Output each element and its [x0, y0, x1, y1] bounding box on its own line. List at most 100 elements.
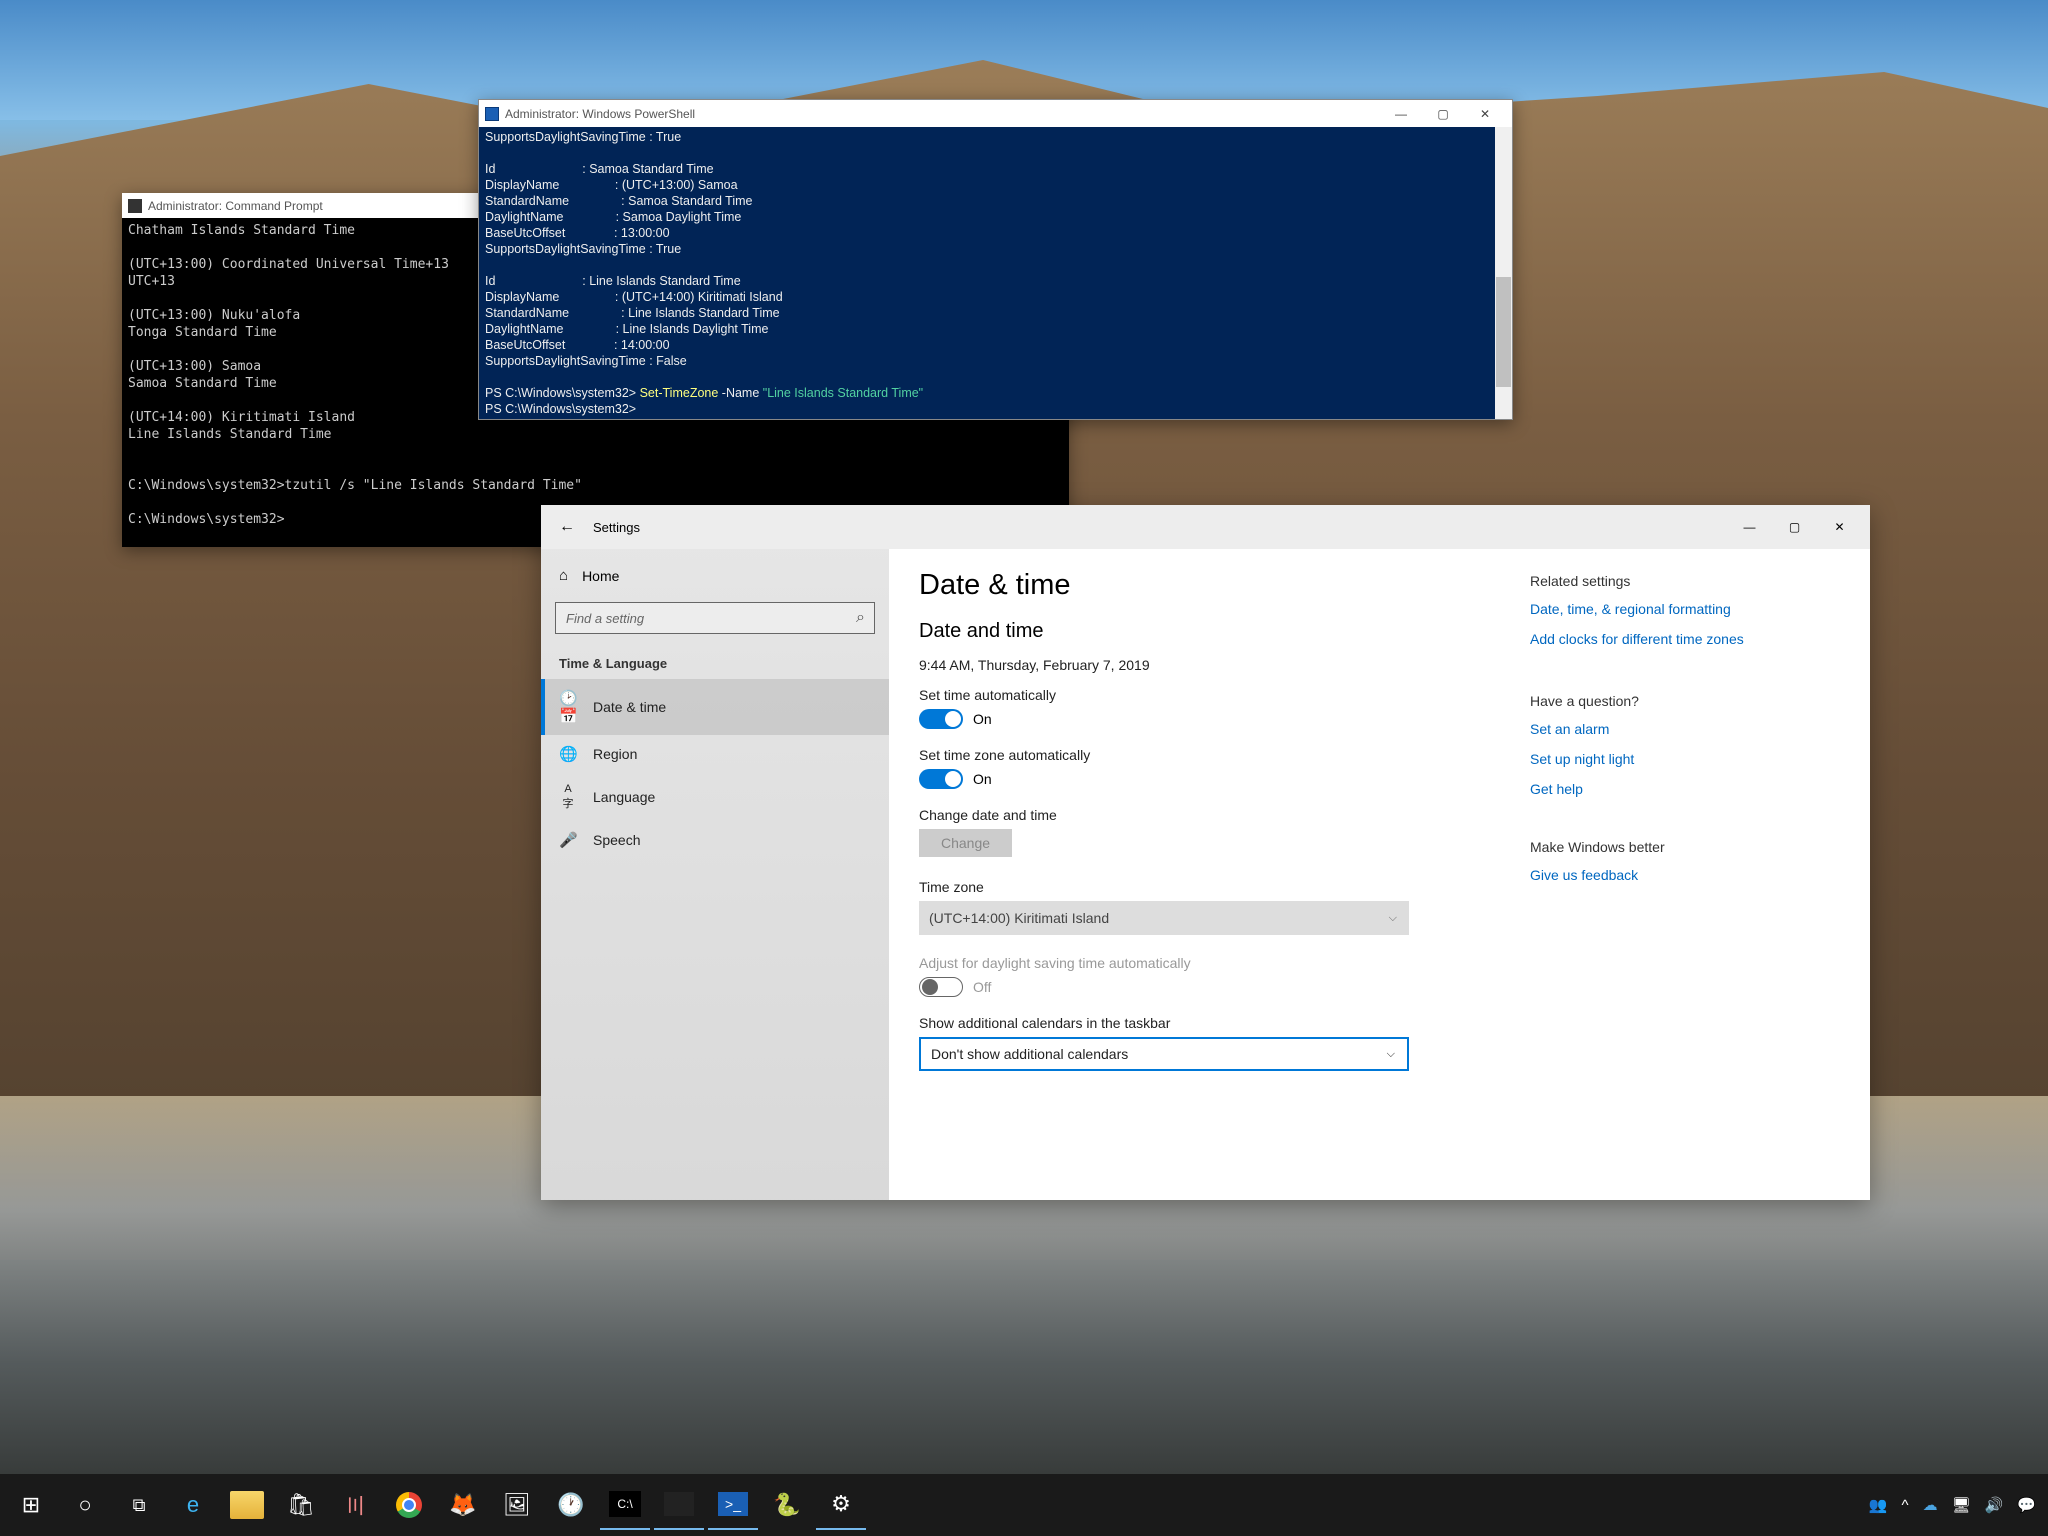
- back-button[interactable]: ←: [549, 512, 585, 542]
- cmd-title-text: Administrator: Command Prompt: [148, 199, 323, 213]
- page-title: Date & time: [919, 569, 1419, 602]
- dst-toggle: [919, 977, 963, 997]
- start-button[interactable]: ⊞: [6, 1480, 56, 1530]
- link-add-clocks[interactable]: Add clocks for different time zones: [1530, 631, 1840, 647]
- auto-tz-toggle[interactable]: [919, 769, 963, 789]
- nav-item-label: Date & time: [593, 699, 666, 715]
- taskbar-chrome-icon[interactable]: [384, 1480, 434, 1530]
- microphone-icon: 🎤: [559, 831, 577, 849]
- scrollbar-thumb[interactable]: [1496, 277, 1511, 387]
- ps-titlebar[interactable]: Administrator: Windows PowerShell — ▢ ✕: [479, 100, 1512, 127]
- language-icon: A字: [559, 783, 577, 811]
- addcal-label: Show additional calendars in the taskbar: [919, 1015, 1419, 1031]
- auto-time-toggle[interactable]: [919, 709, 963, 729]
- cortana-button[interactable]: ○: [60, 1480, 110, 1530]
- nav-item-date-time[interactable]: 🕑📅 Date & time: [541, 679, 889, 735]
- powershell-window[interactable]: Administrator: Windows PowerShell — ▢ ✕ …: [478, 99, 1513, 420]
- cmd-icon: [128, 199, 142, 213]
- desktop: Administrator: Command Prompt Chatham Is…: [0, 0, 2048, 1536]
- close-button[interactable]: ✕: [1464, 107, 1506, 121]
- ps-pre: SupportsDaylightSavingTime : True Id : S…: [485, 130, 783, 368]
- taskbar-cmd-icon[interactable]: C:\: [600, 1480, 650, 1530]
- scrollbar[interactable]: [1495, 127, 1512, 419]
- taskbar-python-icon[interactable]: 🐍: [762, 1480, 812, 1530]
- taskbar-powershell-icon[interactable]: >_: [708, 1480, 758, 1530]
- taskbar-explorer-icon[interactable]: [230, 1491, 264, 1519]
- nav-home-label: Home: [582, 568, 619, 584]
- taskbar-edge-icon[interactable]: e: [168, 1480, 218, 1530]
- ps-prompt: PS C:\Windows\system32>: [485, 386, 640, 400]
- toggle-state: Off: [973, 979, 991, 995]
- maximize-button[interactable]: ▢: [1422, 107, 1464, 121]
- nav-item-label: Language: [593, 789, 655, 805]
- settings-side-col: Related settings Date, time, & regional …: [1530, 569, 1840, 1180]
- dst-label: Adjust for daylight saving time automati…: [919, 955, 1419, 971]
- taskbar-firefox-icon[interactable]: 🦊: [438, 1480, 488, 1530]
- home-icon: ⌂: [559, 567, 568, 584]
- network-icon[interactable]: 🖥: [1952, 1496, 1971, 1514]
- people-icon[interactable]: 👥: [1869, 1496, 1888, 1514]
- settings-title-text: Settings: [593, 520, 640, 535]
- link-get-help[interactable]: Get help: [1530, 781, 1840, 797]
- minimize-button[interactable]: —: [1380, 107, 1422, 121]
- link-feedback[interactable]: Give us feedback: [1530, 867, 1840, 883]
- related-settings-header: Related settings: [1530, 573, 1840, 589]
- taskbar-store-icon[interactable]: 🛍: [276, 1480, 326, 1530]
- action-center-icon[interactable]: 💬: [2017, 1496, 2036, 1514]
- change-button[interactable]: Change: [919, 829, 1012, 857]
- nav-search: ⌕: [555, 602, 875, 634]
- taskbar-app-icon[interactable]: 〣: [330, 1480, 380, 1530]
- tz-label: Time zone: [919, 879, 1419, 895]
- volume-icon[interactable]: 🔊: [1985, 1496, 2004, 1514]
- taskbar-terminal-icon[interactable]: [654, 1480, 704, 1530]
- nav-item-label: Region: [593, 746, 637, 762]
- addcal-value: Don't show additional calendars: [931, 1046, 1128, 1062]
- make-better-header: Make Windows better: [1530, 839, 1840, 855]
- current-datetime: 9:44 AM, Thursday, February 7, 2019: [919, 657, 1419, 673]
- timezone-value: (UTC+14:00) Kiritimati Island: [929, 910, 1109, 926]
- link-regional-formatting[interactable]: Date, time, & regional formatting: [1530, 601, 1840, 617]
- auto-time-label: Set time automatically: [919, 687, 1419, 703]
- link-night-light[interactable]: Set up night light: [1530, 751, 1840, 767]
- maximize-button[interactable]: ▢: [1772, 512, 1817, 542]
- nav-item-region[interactable]: 🌐 Region: [541, 735, 889, 773]
- settings-window[interactable]: ← Settings — ▢ ✕ ⌂ Home ⌕ Time & Languag…: [541, 505, 1870, 1200]
- nav-home[interactable]: ⌂ Home: [541, 557, 889, 594]
- auto-tz-label: Set time zone automatically: [919, 747, 1419, 763]
- timezone-dropdown[interactable]: (UTC+14:00) Kiritimati Island ⌵: [919, 901, 1409, 935]
- toggle-state: On: [973, 711, 992, 727]
- link-set-alarm[interactable]: Set an alarm: [1530, 721, 1840, 737]
- taskbar[interactable]: ⊞ ○ ⧉ e 🛍 〣 🦊 🖼 🕐 C:\ >_ 🐍 ⚙ 👥 ^ ☁ 🖥 🔊 💬: [0, 1474, 2048, 1536]
- toggle-state: On: [973, 771, 992, 787]
- taskbar-settings-icon[interactable]: ⚙: [816, 1480, 866, 1530]
- system-tray: 👥 ^ ☁ 🖥 🔊 💬: [1861, 1496, 2044, 1514]
- search-input[interactable]: [555, 602, 875, 634]
- nav-item-label: Speech: [593, 832, 640, 848]
- settings-titlebar[interactable]: ← Settings — ▢ ✕: [541, 505, 1870, 549]
- settings-nav: ⌂ Home ⌕ Time & Language 🕑📅 Date & time …: [541, 549, 889, 1200]
- nav-item-language[interactable]: A字 Language: [541, 773, 889, 821]
- globe-icon: 🌐: [559, 745, 577, 763]
- ps-prompt2: PS C:\Windows\system32>: [485, 402, 640, 416]
- ps-output[interactable]: SupportsDaylightSavingTime : True Id : S…: [479, 127, 1512, 419]
- ps-title-text: Administrator: Windows PowerShell: [505, 107, 695, 121]
- nav-category: Time & Language: [541, 648, 889, 679]
- additional-calendars-dropdown[interactable]: Don't show additional calendars ⌵: [919, 1037, 1409, 1071]
- task-view-button[interactable]: ⧉: [114, 1480, 164, 1530]
- taskbar-clock-icon[interactable]: 🕐: [546, 1480, 596, 1530]
- calendar-clock-icon: 🕑📅: [559, 689, 577, 725]
- chevron-down-icon: ⌵: [1389, 912, 1397, 925]
- onedrive-icon[interactable]: ☁: [1923, 1496, 1938, 1514]
- nav-item-speech[interactable]: 🎤 Speech: [541, 821, 889, 859]
- settings-main-col: Date & time Date and time 9:44 AM, Thurs…: [919, 569, 1419, 1180]
- search-icon: ⌕: [856, 609, 865, 627]
- ps-cmdlet: Set-TimeZone: [640, 386, 719, 400]
- tray-overflow-icon[interactable]: ^: [1902, 1497, 1909, 1514]
- minimize-button[interactable]: —: [1727, 512, 1772, 542]
- have-question-header: Have a question?: [1530, 693, 1840, 709]
- close-button[interactable]: ✕: [1817, 512, 1862, 542]
- ps-arg: "Line Islands Standard Time": [763, 386, 923, 400]
- taskbar-photos-icon[interactable]: 🖼: [492, 1480, 542, 1530]
- section-header: Date and time: [919, 620, 1419, 643]
- change-dt-label: Change date and time: [919, 807, 1419, 823]
